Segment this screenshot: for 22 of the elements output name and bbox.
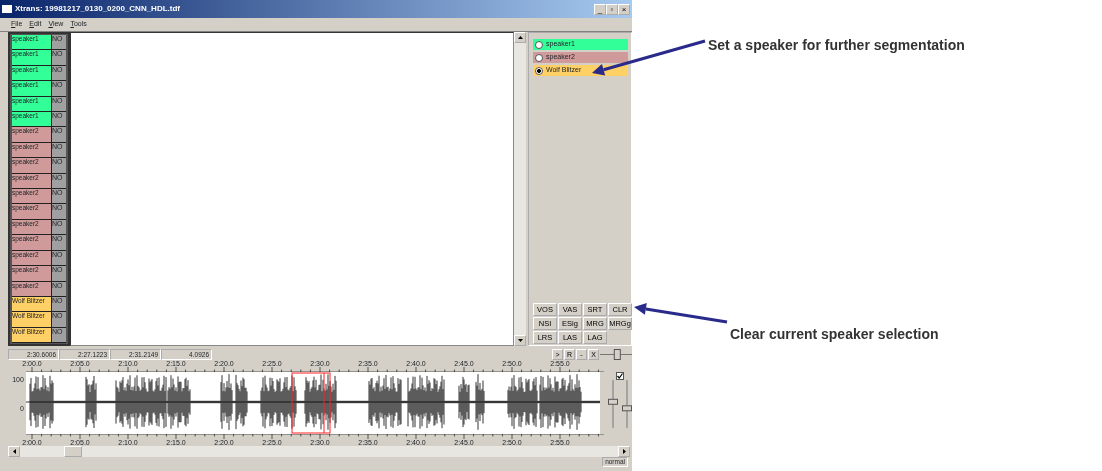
window-title: Xtrans: 19981217_0130_0200_CNN_HDL.tdf <box>15 3 180 15</box>
restore-button[interactable]: ▫ <box>606 3 618 15</box>
scroll-up-icon[interactable] <box>517 36 523 39</box>
radio-button[interactable] <box>535 53 543 62</box>
selection-box[interactable] <box>291 372 331 434</box>
app-icon <box>2 5 12 13</box>
minimize-button[interactable]: _ <box>594 3 606 15</box>
scroll-thumb[interactable] <box>64 446 82 457</box>
scroll-right-icon[interactable] <box>622 449 626 454</box>
callout-text: Set a speaker for further segmentation <box>708 36 965 55</box>
checkbox[interactable] <box>616 372 624 380</box>
scroll-left-icon[interactable] <box>12 449 16 454</box>
scroll-down-icon[interactable] <box>517 339 523 342</box>
vertical-slider[interactable] <box>608 380 618 428</box>
zoom-slider[interactable] <box>600 348 632 360</box>
vertical-scrollbar[interactable] <box>514 32 526 346</box>
callout-text: Clear current speaker selection <box>730 325 939 344</box>
close-button[interactable]: × <box>618 3 630 15</box>
radio-button[interactable] <box>535 66 543 75</box>
vertical-slider[interactable] <box>622 380 632 428</box>
horizontal-scrollbar[interactable] <box>8 446 630 457</box>
radio-button[interactable] <box>535 40 543 49</box>
